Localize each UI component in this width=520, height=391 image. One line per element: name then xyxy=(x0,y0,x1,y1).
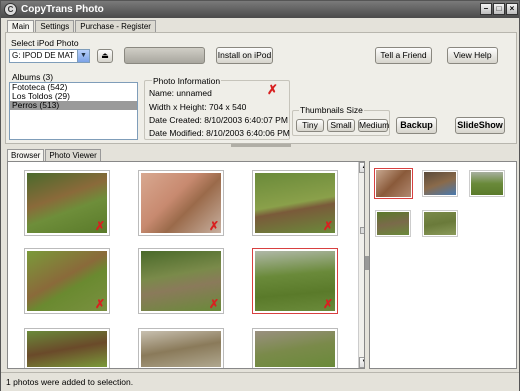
photo-image xyxy=(424,172,456,195)
app-logo-icon: C xyxy=(4,3,17,16)
chevron-down-icon[interactable]: ▼ xyxy=(77,50,89,62)
albums-list[interactable]: Fototeca (542) Los Toldos (29) Perros (5… xyxy=(9,82,138,140)
selected-photo-thumbnail[interactable] xyxy=(375,210,411,237)
selected-photo-thumbnail[interactable] xyxy=(422,210,458,237)
backup-button[interactable]: Backup xyxy=(396,117,437,134)
minimize-button[interactable]: – xyxy=(480,3,492,15)
photo-thumbnail[interactable] xyxy=(138,328,224,368)
browser-scrollbar[interactable]: ▲ ▼ xyxy=(358,162,364,368)
close-button[interactable]: × xyxy=(506,3,518,15)
panel-splitter[interactable] xyxy=(231,144,291,147)
photo-image xyxy=(376,170,411,197)
title-bar[interactable]: C CopyTrans Photo – □ × xyxy=(1,1,519,18)
menu-tabs: Main Settings Purchase - Register xyxy=(7,20,157,32)
photo-thumbnail[interactable]: ✗ xyxy=(252,170,338,236)
photo-thumbnail[interactable] xyxy=(24,328,110,368)
list-item[interactable]: Perros (513) xyxy=(10,101,137,110)
photo-date-modified: Date Modified: 8/10/2003 6:40:06 PM xyxy=(149,128,290,138)
photo-image xyxy=(377,212,409,235)
size-tiny-button[interactable]: Tiny xyxy=(296,119,324,132)
tab-settings[interactable]: Settings xyxy=(35,20,75,32)
blank-button[interactable] xyxy=(124,47,205,64)
scroll-up-arrow-icon[interactable]: ▲ xyxy=(359,162,364,173)
photo-thumbnail[interactable] xyxy=(252,328,338,368)
not-on-ipod-icon: ✗ xyxy=(95,297,106,311)
selection-pane xyxy=(369,161,517,369)
slideshow-button[interactable]: SlideShow xyxy=(455,117,505,134)
not-on-ipod-icon: ✗ xyxy=(323,219,334,233)
app-window: C CopyTrans Photo – □ × Main Settings Pu… xyxy=(0,0,520,391)
size-medium-button[interactable]: Medium xyxy=(358,119,389,132)
ipod-select[interactable]: G: IPOD DE MAT ▼ xyxy=(9,49,90,63)
photo-thumbnail[interactable]: ✗ xyxy=(24,248,110,314)
view-help-button[interactable]: View Help xyxy=(447,47,498,64)
view-tabs: Browser Photo Viewer xyxy=(7,149,102,161)
photo-dimensions: Width x Height: 704 x 540 xyxy=(149,102,247,112)
not-on-ipod-icon: ✗ xyxy=(209,219,220,233)
tell-a-friend-button[interactable]: Tell a Friend xyxy=(375,47,432,64)
photo-thumbnail[interactable]: ✗ xyxy=(138,170,224,236)
not-on-ipod-icon: ✗ xyxy=(267,82,278,97)
selected-photo-thumbnail[interactable] xyxy=(469,170,505,197)
not-on-ipod-icon: ✗ xyxy=(323,297,334,311)
photo-image xyxy=(27,331,107,367)
photo-name: Name: unnamed xyxy=(149,88,212,98)
not-on-ipod-icon: ✗ xyxy=(209,297,220,311)
scrollbar-thumb[interactable] xyxy=(360,227,364,234)
tab-browser[interactable]: Browser xyxy=(7,149,45,161)
albums-count: (3) xyxy=(42,72,54,82)
selected-photo-thumbnail[interactable] xyxy=(374,168,413,199)
albums-label: Albums (3) xyxy=(12,72,54,82)
tab-purchase-register[interactable]: Purchase - Register xyxy=(75,20,156,32)
tab-main[interactable]: Main xyxy=(7,20,35,32)
photo-thumbnail[interactable]: ✗ xyxy=(24,170,110,236)
ipod-select-value: G: IPOD DE MAT xyxy=(12,51,75,60)
eject-icon: ⏏ xyxy=(101,51,109,60)
photo-date-created: Date Created: 8/10/2003 6:40:07 PM xyxy=(149,115,288,125)
photo-thumbnail-selected[interactable]: ✗ xyxy=(252,248,338,314)
photo-image xyxy=(471,172,503,195)
eject-button[interactable]: ⏏ xyxy=(97,49,113,63)
status-bar: 1 photos were added to selection. xyxy=(1,372,519,391)
maximize-button[interactable]: □ xyxy=(493,3,505,15)
not-on-ipod-icon: ✗ xyxy=(95,219,106,233)
photo-info-label: Photo Information xyxy=(152,76,222,86)
size-small-button[interactable]: Small xyxy=(327,119,355,132)
photo-image xyxy=(255,331,335,367)
photo-image xyxy=(141,331,221,367)
window-title: CopyTrans Photo xyxy=(21,4,104,15)
photo-browser: ✗ ✗ ✗ ✗ ✗ ✗ ▲ xyxy=(7,161,365,369)
photo-image xyxy=(424,212,456,235)
selected-photo-thumbnail[interactable] xyxy=(422,170,458,197)
thumbnails-size-label: Thumbnails Size xyxy=(299,105,364,115)
photo-thumbnail[interactable]: ✗ xyxy=(138,248,224,314)
scroll-down-arrow-icon[interactable]: ▼ xyxy=(359,357,364,368)
select-ipod-label: Select iPod Photo xyxy=(11,38,79,48)
install-on-ipod-button[interactable]: Install on iPod xyxy=(216,47,273,64)
tab-photo-viewer[interactable]: Photo Viewer xyxy=(45,149,101,161)
